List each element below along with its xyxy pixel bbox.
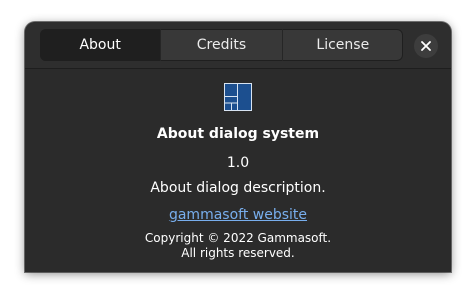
close-button[interactable] bbox=[414, 34, 438, 58]
website-link[interactable]: gammasoft website bbox=[169, 207, 307, 223]
rights-line: All rights reserved. bbox=[181, 246, 295, 260]
tab-bar: About Credits License bbox=[40, 29, 403, 61]
copyright-line: Copyright © 2022 Gammasoft. bbox=[144, 231, 332, 245]
tab-license[interactable]: License bbox=[281, 29, 403, 61]
dialog-header: About Credits License bbox=[25, 22, 451, 69]
tab-credits[interactable]: Credits bbox=[160, 29, 281, 61]
about-dialog: About Credits License About dialog syste… bbox=[25, 22, 451, 272]
dialog-body: About dialog system 1.0 About dialog des… bbox=[25, 69, 451, 272]
app-version: 1.0 bbox=[226, 155, 250, 171]
tab-about[interactable]: About bbox=[40, 29, 161, 61]
close-icon bbox=[421, 41, 431, 51]
windows-layout-icon bbox=[224, 83, 252, 111]
copyright: Copyright © 2022 Gammasoft. All rights r… bbox=[25, 231, 451, 261]
website-link-row: gammasoft website bbox=[25, 207, 451, 223]
app-description: About dialog description. bbox=[150, 180, 326, 196]
app-name: About dialog system bbox=[156, 126, 320, 142]
